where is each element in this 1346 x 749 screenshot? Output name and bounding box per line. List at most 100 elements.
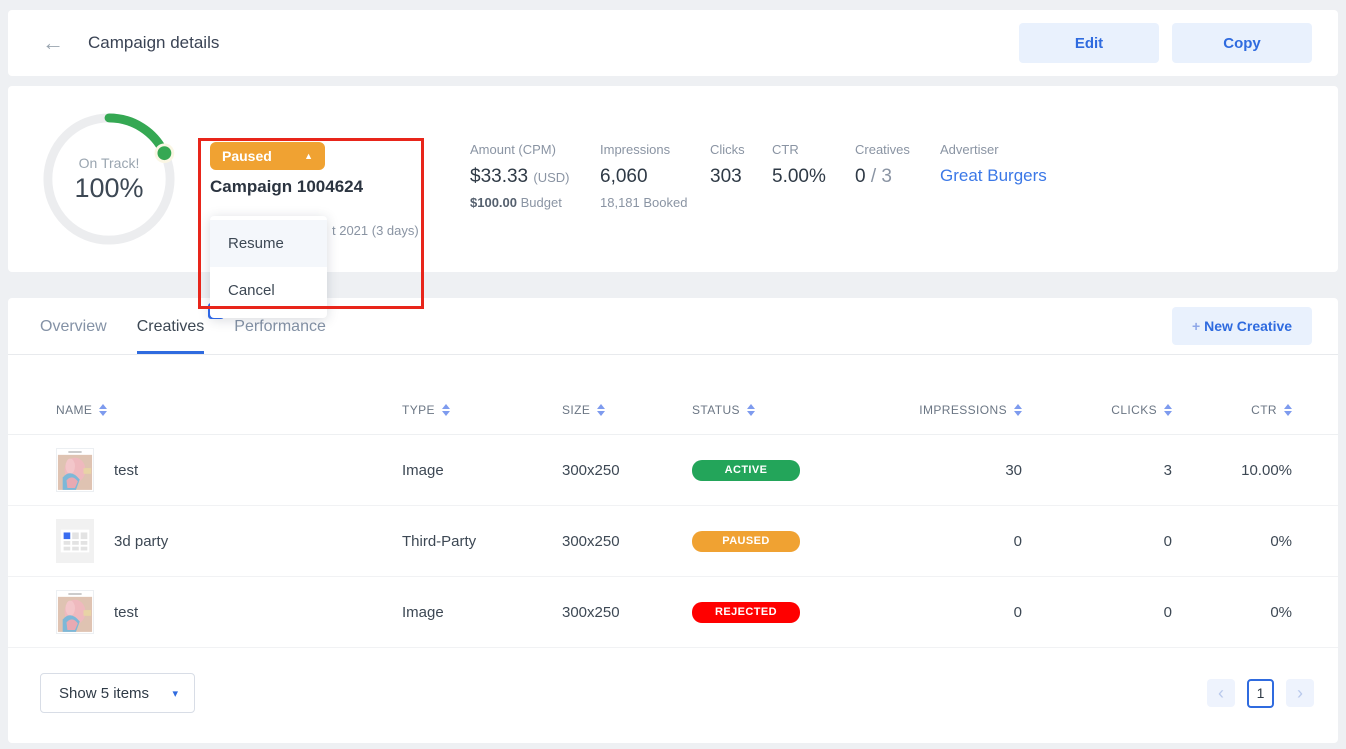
page-size-label: Show 5 items	[59, 685, 149, 702]
stat-label: Creatives	[855, 142, 940, 157]
table-header: NAME TYPE SIZE STATUS IMPRESSIONS CLICKS…	[8, 385, 1338, 435]
sort-icon[interactable]	[1164, 404, 1172, 416]
booked-label: 18,181 Booked	[600, 195, 710, 210]
campaign-status-dropdown-button[interactable]: Paused ▲	[210, 142, 325, 170]
page-header: ← Campaign details Edit Copy	[8, 10, 1338, 76]
stat-label: CTR	[772, 142, 855, 157]
campaign-status-label: Paused	[222, 148, 272, 164]
amount-value: $33.33	[470, 166, 528, 187]
table-row[interactable]: test Image 300x250 ACTIVE 30 3 10.00%	[8, 435, 1338, 506]
tab-overview[interactable]: Overview	[40, 299, 107, 353]
impressions-cell: 30	[852, 462, 1022, 479]
sort-icon[interactable]	[1284, 404, 1292, 416]
col-type[interactable]: TYPE	[402, 403, 435, 417]
pacing-percent: 100%	[74, 173, 143, 204]
stat-advertiser: Advertiser Great Burgers	[940, 142, 1047, 210]
creatives-panel: Overview Creatives i Performance +New Cr…	[8, 298, 1338, 743]
advertiser-link[interactable]: Great Burgers	[940, 166, 1047, 186]
new-creative-button[interactable]: +New Creative	[1172, 307, 1312, 345]
table-footer: Show 5 items ▾ ‹ 1 ›	[8, 673, 1338, 713]
clicks-cell: 3	[1022, 462, 1172, 479]
stat-label: Impressions	[600, 142, 710, 157]
chevron-up-icon: ▲	[304, 151, 313, 161]
ctr-cell: 0%	[1172, 604, 1292, 621]
caret-down-icon: ▾	[172, 687, 178, 700]
creative-type: Third-Party	[402, 533, 562, 550]
plus-icon: +	[1192, 318, 1200, 334]
stat-creatives: Creatives 0 / 3	[855, 142, 940, 210]
clicks-cell: 0	[1022, 533, 1172, 550]
impressions-value: 6,060	[600, 166, 710, 188]
stat-clicks: Clicks 303	[710, 142, 772, 210]
tab-creatives-label: Creatives	[137, 318, 205, 335]
clicks-cell: 0	[1022, 604, 1172, 621]
page-title: Campaign details	[88, 33, 219, 53]
pacing-status-text: On Track!	[79, 155, 140, 171]
campaign-summary: On Track! 100% Paused ▲ Campaign 1004624…	[8, 86, 1338, 272]
current-page[interactable]: 1	[1247, 679, 1274, 708]
col-clicks[interactable]: CLICKS	[1111, 403, 1157, 417]
stat-amount: Amount (CPM) $33.33 (USD) $100.00 Budget	[470, 142, 600, 210]
col-ctr[interactable]: CTR	[1251, 403, 1277, 417]
menu-item-cancel[interactable]: Cancel	[210, 267, 327, 314]
clicks-value: 303	[710, 166, 772, 188]
sort-icon[interactable]	[597, 404, 605, 416]
stat-label: Clicks	[710, 142, 772, 157]
ctr-cell: 10.00%	[1172, 462, 1292, 479]
sort-icon[interactable]	[747, 404, 755, 416]
sort-icon[interactable]	[99, 404, 107, 416]
ctr-value: 5.00%	[772, 166, 855, 188]
tab-creatives[interactable]: Creatives i	[137, 299, 205, 353]
impressions-cell: 0	[852, 533, 1022, 550]
impressions-cell: 0	[852, 604, 1022, 621]
amount-currency: (USD)	[533, 170, 569, 185]
col-name[interactable]: NAME	[56, 403, 92, 417]
budget-label: Budget	[521, 195, 562, 210]
creative-type: Image	[402, 462, 562, 479]
creative-size: 300x250	[562, 462, 692, 479]
creatives-total: / 3	[871, 166, 892, 187]
budget-value: $100.00	[470, 195, 517, 210]
col-size[interactable]: SIZE	[562, 403, 590, 417]
ctr-cell: 0%	[1172, 533, 1292, 550]
campaign-dates: t 2021 (3 days)	[332, 223, 419, 238]
prev-page-button[interactable]: ‹	[1207, 679, 1235, 707]
col-status[interactable]: STATUS	[692, 403, 740, 417]
table-row[interactable]: test Image 300x250 REJECTED 0 0 0%	[8, 577, 1338, 648]
campaign-name: Campaign 1004624	[210, 177, 440, 197]
creative-size: 300x250	[562, 604, 692, 621]
back-arrow-icon[interactable]: ←	[42, 32, 64, 54]
status-badge: PAUSED	[692, 531, 800, 552]
table-row[interactable]: 3d party Third-Party 300x250 PAUSED 0 0 …	[8, 506, 1338, 577]
new-creative-label: New Creative	[1204, 318, 1292, 334]
progress-ring: On Track! 100%	[40, 110, 178, 248]
col-impressions[interactable]: IMPRESSIONS	[919, 403, 1007, 417]
campaign-info: Paused ▲ Campaign 1004624 t 2021 (3 days…	[210, 110, 440, 248]
creative-thumbnail	[56, 590, 94, 634]
edit-button[interactable]: Edit	[1019, 23, 1159, 63]
page-size-select[interactable]: Show 5 items ▾	[40, 673, 195, 713]
creative-thumbnail	[56, 448, 94, 492]
creative-name: test	[114, 604, 138, 621]
status-dropdown-menu: Resume Cancel	[210, 216, 327, 318]
status-badge: ACTIVE	[692, 460, 800, 481]
tabs-bar: Overview Creatives i Performance +New Cr…	[8, 298, 1338, 355]
creative-name: 3d party	[114, 533, 168, 550]
sort-icon[interactable]	[1014, 404, 1022, 416]
header-actions: Edit Copy	[1019, 23, 1312, 63]
creative-thumbnail	[56, 519, 94, 563]
sort-icon[interactable]	[442, 404, 450, 416]
creative-type: Image	[402, 604, 562, 621]
copy-button[interactable]: Copy	[1172, 23, 1312, 63]
campaign-stats: Amount (CPM) $33.33 (USD) $100.00 Budget…	[470, 142, 1047, 210]
stat-ctr: CTR 5.00%	[772, 142, 855, 210]
creative-name: test	[114, 462, 138, 479]
creatives-count: 0	[855, 166, 866, 187]
creative-size: 300x250	[562, 533, 692, 550]
stat-label: Amount (CPM)	[470, 142, 600, 157]
pagination: ‹ 1 ›	[1207, 679, 1314, 708]
next-page-button[interactable]: ›	[1286, 679, 1314, 707]
stat-label: Advertiser	[940, 142, 1047, 157]
menu-item-resume[interactable]: Resume	[210, 220, 327, 267]
status-badge: REJECTED	[692, 602, 800, 623]
